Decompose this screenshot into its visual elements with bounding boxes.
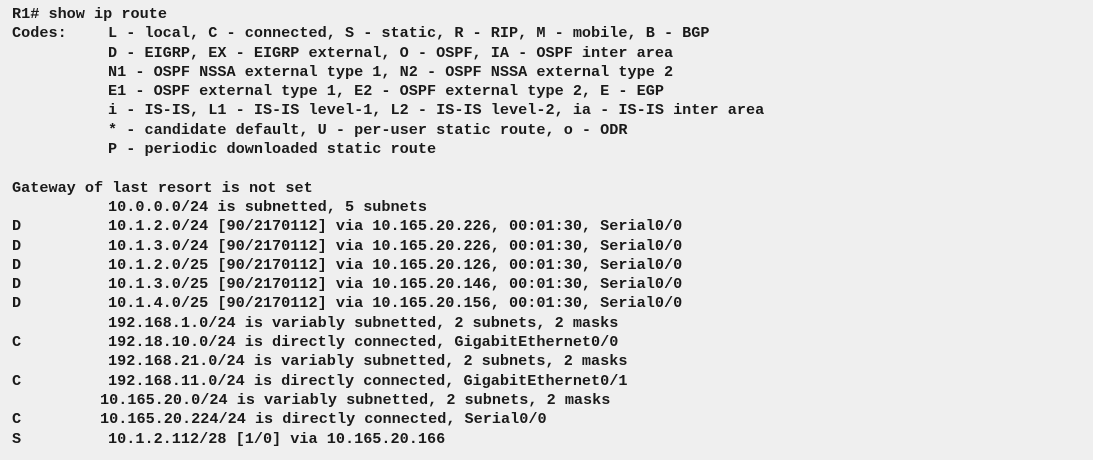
route-text: 192.168.1.0/24 is variably subnetted, 2 … <box>108 313 619 332</box>
route-code: C <box>12 333 22 352</box>
route-code: D <box>12 236 22 255</box>
codes-text: * - candidate default, U - per-user stat… <box>108 120 628 139</box>
codes-text: L - local, C - connected, S - static, R … <box>108 24 710 43</box>
route-line: D 10.1.2.0/25 [90/2170112] via 10.165.20… <box>12 256 1093 275</box>
codes-text: i - IS-IS, L1 - IS-IS level-1, L2 - IS-I… <box>108 101 765 120</box>
route-code: C <box>12 410 22 429</box>
route-line: C 192.18.10.0/24 is directly connected, … <box>12 333 1093 352</box>
terminal-output: R1# show ip route Codes: L - local, C - … <box>0 0 1093 460</box>
codes-text: E1 - OSPF external type 1, E2 - OSPF ext… <box>108 82 664 101</box>
codes-line: * - candidate default, U - per-user stat… <box>12 121 1093 140</box>
codes-label: Codes: <box>12 24 67 43</box>
codes-text: N1 - OSPF NSSA external type 1, N2 - OSP… <box>108 62 674 81</box>
codes-line: D - EIGRP, EX - EIGRP external, O - OSPF… <box>12 44 1093 63</box>
route-line: D 10.1.4.0/25 [90/2170112] via 10.165.20… <box>12 294 1093 313</box>
command-text: R1# show ip route <box>12 5 167 23</box>
codes-text: D - EIGRP, EX - EIGRP external, O - OSPF… <box>108 43 674 62</box>
codes-line: i - IS-IS, L1 - IS-IS level-1, L2 - IS-I… <box>12 101 1093 120</box>
gateway-line: Gateway of last resort is not set <box>12 179 1093 198</box>
route-text: 10.1.2.112/28 [1/0] via 10.165.20.166 <box>108 429 446 448</box>
route-line: 10.0.0.0/24 is subnetted, 5 subnets <box>12 198 1093 217</box>
route-text: 10.165.20.0/24 is variably subnetted, 2 … <box>100 390 611 409</box>
route-code: D <box>12 294 22 313</box>
route-line: S 10.1.2.112/28 [1/0] via 10.165.20.166 <box>12 430 1093 449</box>
route-line: C 192.168.11.0/24 is directly connected,… <box>12 372 1093 391</box>
route-code: D <box>12 255 22 274</box>
prompt-line: R1# show ip route <box>12 5 1093 24</box>
route-line: 192.168.1.0/24 is variably subnetted, 2 … <box>12 314 1093 333</box>
route-line: 192.168.21.0/24 is variably subnetted, 2… <box>12 352 1093 371</box>
codes-line: N1 - OSPF NSSA external type 1, N2 - OSP… <box>12 63 1093 82</box>
route-text: 10.1.2.0/24 [90/2170112] via 10.165.20.2… <box>108 217 683 236</box>
route-text: 10.1.2.0/25 [90/2170112] via 10.165.20.1… <box>108 255 683 274</box>
route-code: C <box>12 371 22 390</box>
route-text: 10.1.3.0/25 [90/2170112] via 10.165.20.1… <box>108 275 683 294</box>
route-line: 10.165.20.0/24 is variably subnetted, 2 … <box>12 391 1093 410</box>
route-text: 10.1.3.0/24 [90/2170112] via 10.165.20.2… <box>108 236 683 255</box>
route-text: 192.168.21.0/24 is variably subnetted, 2… <box>108 352 628 371</box>
gateway-text: Gateway of last resort is not set <box>12 178 313 197</box>
route-line: D 10.1.2.0/24 [90/2170112] via 10.165.20… <box>12 217 1093 236</box>
route-text: 10.1.4.0/25 [90/2170112] via 10.165.20.1… <box>108 294 683 313</box>
route-text: 10.0.0.0/24 is subnetted, 5 subnets <box>108 197 427 216</box>
route-code: S <box>12 429 22 448</box>
route-code: D <box>12 217 22 236</box>
codes-line: Codes: L - local, C - connected, S - sta… <box>12 24 1093 43</box>
route-text: 192.18.10.0/24 is directly connected, Gi… <box>108 333 619 352</box>
codes-line: P - periodic downloaded static route <box>12 140 1093 159</box>
codes-line: E1 - OSPF external type 1, E2 - OSPF ext… <box>12 82 1093 101</box>
route-line: D 10.1.3.0/24 [90/2170112] via 10.165.20… <box>12 237 1093 256</box>
route-text: 10.165.20.224/24 is directly connected, … <box>100 410 547 429</box>
route-line: D 10.1.3.0/25 [90/2170112] via 10.165.20… <box>12 275 1093 294</box>
codes-text: P - periodic downloaded static route <box>108 140 437 159</box>
route-line: C 10.165.20.224/24 is directly connected… <box>12 410 1093 429</box>
route-text: 192.168.11.0/24 is directly connected, G… <box>108 371 628 390</box>
route-code: D <box>12 275 22 294</box>
